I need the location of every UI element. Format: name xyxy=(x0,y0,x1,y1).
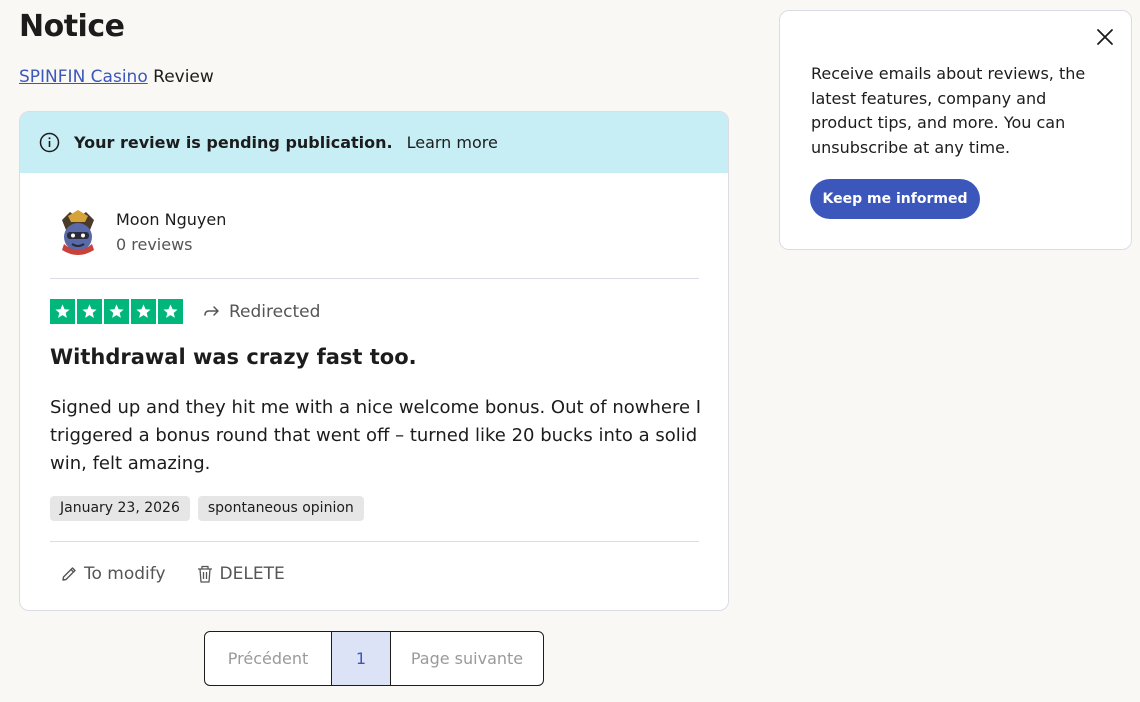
star-icon xyxy=(77,299,102,324)
author-name[interactable]: Moon Nguyen xyxy=(116,210,226,229)
avatar[interactable] xyxy=(50,204,105,259)
subtitle-suffix: Review xyxy=(153,67,214,87)
review-tags: January 23, 2026 spontaneous opinion xyxy=(50,496,364,521)
page-title: Notice xyxy=(19,9,125,44)
previous-page-button[interactable]: Précédent xyxy=(205,632,332,685)
star-icon xyxy=(104,299,129,324)
opinion-tag: spontaneous opinion xyxy=(197,496,364,521)
learn-more-link[interactable]: Learn more xyxy=(407,133,498,152)
source-label: Redirected xyxy=(203,302,320,322)
company-link[interactable]: SPINFIN Casino xyxy=(19,67,148,87)
review-author: Moon Nguyen 0 reviews xyxy=(50,204,226,259)
trash-icon xyxy=(197,565,212,583)
star-icon xyxy=(131,299,156,324)
source-label-text: Redirected xyxy=(229,301,321,322)
redirect-arrow-icon xyxy=(204,305,219,316)
modify-button[interactable]: To modify xyxy=(60,564,166,584)
star-icon xyxy=(158,299,183,324)
date-tag: January 23, 2026 xyxy=(50,496,190,521)
author-review-count: 0 reviews xyxy=(116,234,193,254)
next-page-button[interactable]: Page suivante xyxy=(391,632,543,685)
review-actions: To modify DELETE xyxy=(60,564,285,584)
review-card: Your review is pending publication. Lear… xyxy=(19,111,729,611)
star-icon xyxy=(50,299,75,324)
newsletter-text: Receive emails about reviews, the latest… xyxy=(811,64,1086,157)
close-icon[interactable] xyxy=(1095,27,1115,47)
page-number-button[interactable]: 1 xyxy=(332,632,391,685)
info-icon xyxy=(39,132,60,153)
newsletter-panel: Receive emails about reviews, the latest… xyxy=(779,10,1132,250)
divider xyxy=(50,278,699,279)
pending-notice: Your review is pending publication. Lear… xyxy=(20,112,728,173)
page-subtitle: SPINFIN Casino Review xyxy=(19,67,214,87)
delete-button[interactable]: DELETE xyxy=(196,564,285,584)
review-body: Signed up and they hit me with a nice we… xyxy=(50,397,702,474)
star-rating xyxy=(50,299,183,324)
pending-text: Your review is pending publication. xyxy=(74,133,393,152)
delete-label: DELETE xyxy=(219,564,285,584)
rating-row: Redirected xyxy=(50,299,320,324)
divider xyxy=(50,541,699,542)
pagination: Précédent 1 Page suivante xyxy=(204,631,544,686)
modify-label: To modify xyxy=(84,564,166,584)
pencil-icon xyxy=(62,567,76,581)
keep-informed-button[interactable]: Keep me informed xyxy=(810,179,980,219)
review-title: Withdrawal was crazy fast too. xyxy=(50,345,417,369)
